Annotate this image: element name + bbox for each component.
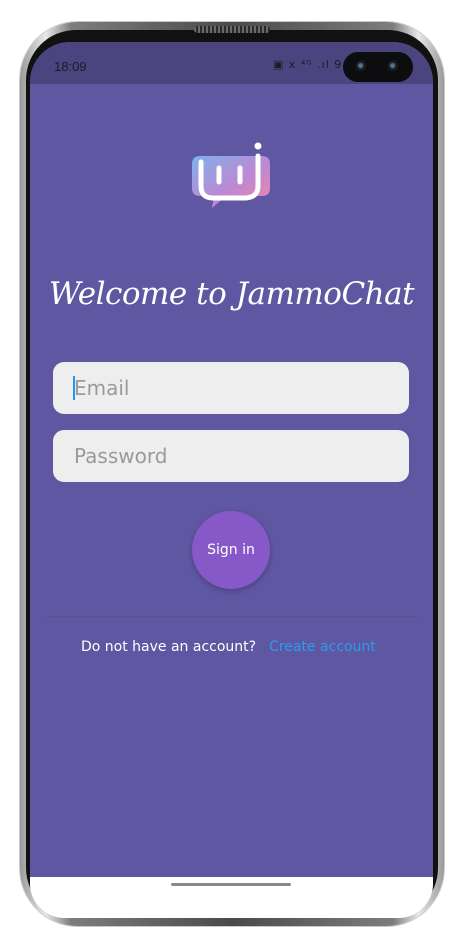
speaker-grille xyxy=(194,26,270,33)
email-field[interactable] xyxy=(53,362,409,414)
no-account-text: Do not have an account? xyxy=(81,639,257,655)
welcome-heading: Welcome to JammoChat xyxy=(48,276,415,312)
home-handle[interactable] xyxy=(171,883,291,886)
divider xyxy=(44,616,418,617)
app-screen: 18:09 ▣ ⅹ ⁴ᴳ .ıl 9 Welcome to JammoChat … xyxy=(30,42,433,918)
status-bar: 18:09 ▣ ⅹ ⁴ᴳ .ıl 9 xyxy=(30,42,433,84)
front-camera-icon xyxy=(387,60,401,74)
front-camera-icon xyxy=(355,60,369,74)
camera-cutout xyxy=(343,52,413,82)
text-cursor xyxy=(73,376,75,400)
password-field[interactable] xyxy=(53,430,409,482)
status-time: 18:09 xyxy=(54,59,87,74)
sign-in-button[interactable]: Sign in xyxy=(192,511,270,589)
gesture-nav-bar xyxy=(30,877,433,918)
status-icons: ▣ ⅹ ⁴ᴳ .ıl 9 xyxy=(273,58,343,71)
account-row: Do not have an account? Create account xyxy=(30,639,433,659)
create-account-link[interactable]: Create account xyxy=(269,639,376,655)
jammochat-logo-icon xyxy=(192,142,270,208)
